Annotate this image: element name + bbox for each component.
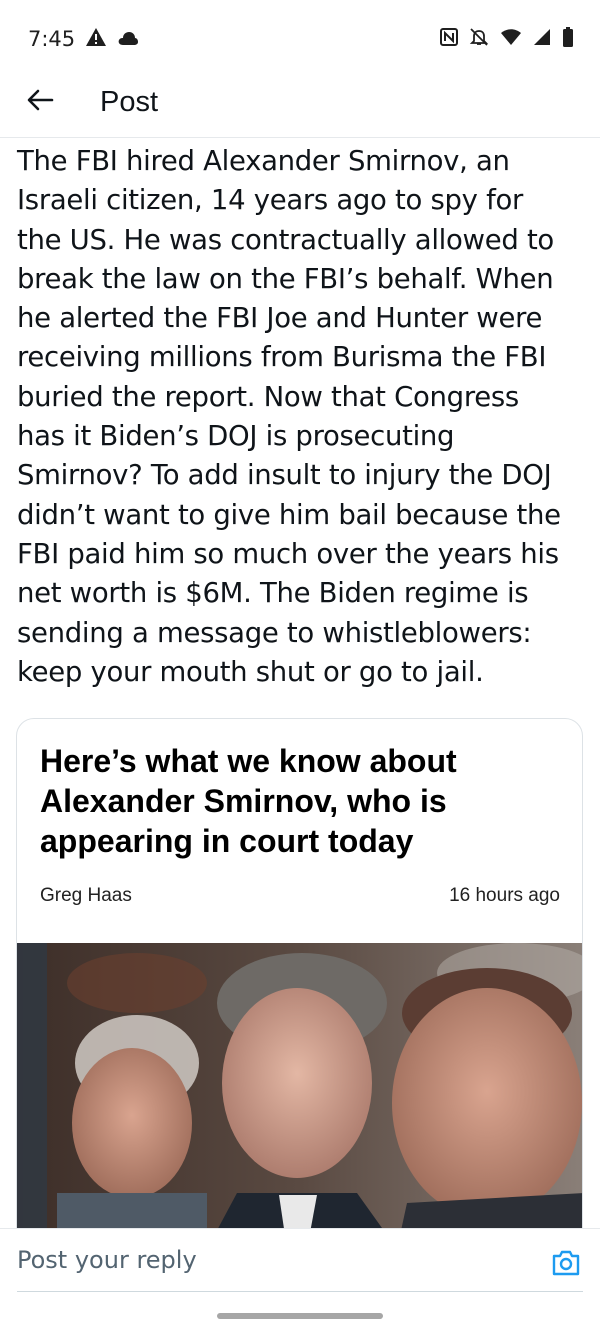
- battery-icon: [562, 27, 574, 51]
- back-button[interactable]: [22, 84, 58, 120]
- wifi-icon: [500, 28, 522, 50]
- status-time: 7:45: [28, 27, 76, 51]
- camera-button[interactable]: [551, 1249, 581, 1277]
- page-title: Post: [100, 86, 159, 118]
- card-headline: Here’s what we know about Alexander Smir…: [40, 743, 457, 859]
- signal-icon: [533, 28, 551, 50]
- cloud-icon: [117, 27, 139, 51]
- link-preview-card[interactable]: Here’s what we know about Alexander Smir…: [16, 718, 583, 1248]
- card-author: Greg Haas: [40, 885, 132, 906]
- card-time: 16 hours ago: [449, 885, 560, 906]
- app-header: Post: [0, 78, 600, 138]
- nfc-icon: [440, 28, 458, 50]
- status-left: 7:45: [28, 27, 139, 52]
- reply-bar: Post your reply: [0, 1228, 600, 1292]
- post-text: The FBI hired Alexander Smirnov, an Isra…: [17, 145, 561, 688]
- status-right: [440, 27, 574, 51]
- status-bar: 7:45: [0, 0, 600, 78]
- gesture-nav-bar[interactable]: [217, 1313, 383, 1319]
- reply-underline: [17, 1291, 583, 1292]
- card-photo: [17, 943, 582, 1247]
- reply-input[interactable]: Post your reply: [17, 1229, 527, 1291]
- alert-triangle-icon: [85, 27, 107, 52]
- arrow-left-icon: [26, 88, 54, 116]
- bell-off-icon: [469, 27, 489, 51]
- camera-icon: [551, 1250, 581, 1281]
